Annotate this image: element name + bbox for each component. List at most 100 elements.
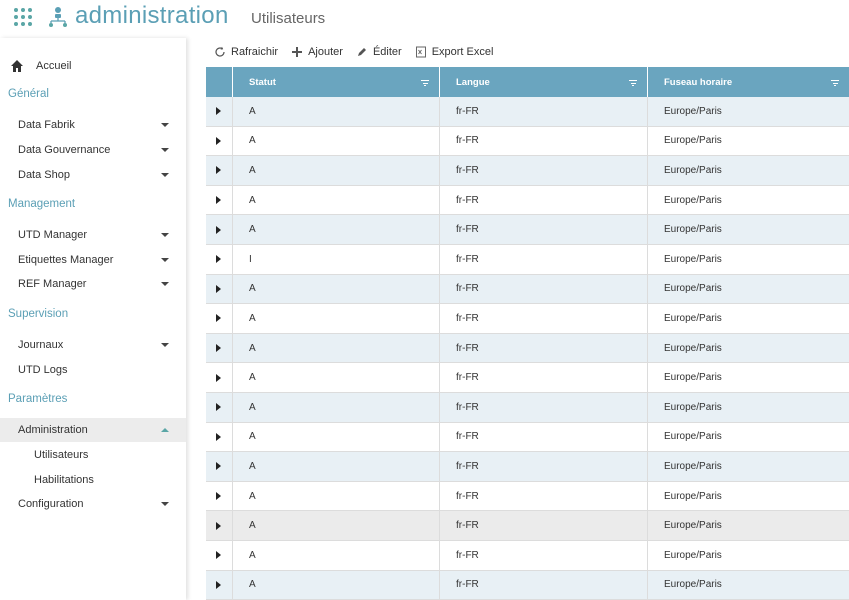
table-cell-langue[interactable]: fr-FR bbox=[440, 481, 648, 511]
table-cell-statut[interactable]: A bbox=[233, 304, 440, 333]
table-row[interactable]: Afr-FR Europe/Paris bbox=[206, 363, 849, 393]
table-cell-langue[interactable]: fr-FR bbox=[440, 215, 648, 244]
sidebar-item-home[interactable]: Accueil bbox=[10, 58, 71, 74]
table-cell-langue[interactable]: fr-FR bbox=[440, 244, 648, 274]
table-cell-fuseau-horaire[interactable]: Europe/Paris bbox=[648, 334, 849, 363]
table-row[interactable]: Afr-FR Europe/Paris bbox=[206, 481, 849, 512]
table-cell-statut[interactable]: A bbox=[233, 540, 440, 570]
table-row[interactable]: Afr-FR Europe/Paris bbox=[206, 156, 849, 186]
table-cell-fuseau-horaire[interactable]: Europe/Paris bbox=[648, 541, 849, 570]
sidebar-item-data-shop[interactable]: Data Shop bbox=[0, 163, 186, 187]
row-expander[interactable] bbox=[206, 333, 233, 363]
sidebar-item-utd-manager[interactable]: UTD Manager bbox=[0, 223, 186, 247]
table-cell-statut[interactable]: A bbox=[233, 156, 440, 185]
table-cell-langue[interactable]: fr-FR bbox=[440, 570, 648, 600]
table-cell-statut[interactable]: A bbox=[233, 452, 440, 481]
sidebar-item-data-fabrik[interactable]: Data Fabrik bbox=[0, 113, 186, 137]
table-cell-langue[interactable]: fr-FR bbox=[440, 392, 648, 422]
row-expander[interactable] bbox=[206, 304, 233, 333]
row-expander[interactable] bbox=[206, 570, 233, 600]
table-cell-langue[interactable]: fr-FR bbox=[440, 511, 648, 540]
sidebar-item-configuration[interactable]: Configuration bbox=[0, 492, 186, 516]
table-cell-fuseau-horaire[interactable]: Europe/Paris bbox=[648, 393, 849, 422]
row-expander[interactable] bbox=[206, 540, 233, 570]
row-expander[interactable] bbox=[206, 97, 233, 126]
table-cell-langue[interactable]: fr-FR bbox=[440, 185, 648, 215]
filter-icon[interactable] bbox=[629, 80, 637, 86]
table-cell-statut[interactable]: A bbox=[233, 333, 440, 363]
table-row[interactable]: Afr-FR Europe/Paris bbox=[206, 126, 849, 157]
row-expander[interactable] bbox=[206, 274, 233, 304]
table-row[interactable]: Afr-FR Europe/Paris bbox=[206, 452, 849, 482]
table-cell-fuseau-horaire[interactable]: Europe/Paris bbox=[648, 304, 849, 333]
table-row[interactable]: Ifr-FR Europe/Paris bbox=[206, 244, 849, 275]
table-cell-langue[interactable]: fr-FR bbox=[440, 97, 648, 126]
row-expander[interactable] bbox=[206, 363, 233, 392]
edit-button[interactable]: Éditer bbox=[356, 46, 402, 58]
table-cell-statut[interactable]: I bbox=[233, 244, 440, 274]
table-row[interactable]: Afr-FR Europe/Paris bbox=[206, 215, 849, 245]
column-header-statut[interactable]: Statut bbox=[233, 67, 440, 97]
sidebar-item-utilisateurs[interactable]: Utilisateurs bbox=[0, 443, 186, 467]
row-expander[interactable] bbox=[206, 422, 233, 452]
table-cell-statut[interactable]: A bbox=[233, 511, 440, 540]
row-expander[interactable] bbox=[206, 244, 233, 274]
sidebar-item-ref-manager[interactable]: REF Manager bbox=[0, 272, 186, 296]
sidebar-item-data-gouvernance[interactable]: Data Gouvernance bbox=[0, 138, 186, 162]
table-cell-fuseau-horaire[interactable]: Europe/Paris bbox=[648, 215, 849, 244]
table-cell-fuseau-horaire[interactable]: Europe/Paris bbox=[648, 186, 849, 215]
table-cell-langue[interactable]: fr-FR bbox=[440, 274, 648, 304]
table-cell-statut[interactable]: A bbox=[233, 422, 440, 452]
table-row[interactable]: Afr-FR Europe/Paris bbox=[206, 185, 849, 216]
table-cell-langue[interactable]: fr-FR bbox=[440, 363, 648, 392]
table-cell-langue[interactable]: fr-FR bbox=[440, 422, 648, 452]
sidebar-item-etiquettes-manager[interactable]: Etiquettes Manager bbox=[0, 248, 186, 272]
row-expander[interactable] bbox=[206, 156, 233, 185]
table-cell-langue[interactable]: fr-FR bbox=[440, 156, 648, 185]
table-cell-fuseau-horaire[interactable]: Europe/Paris bbox=[648, 511, 849, 540]
row-expander[interactable] bbox=[206, 481, 233, 511]
table-cell-statut[interactable]: A bbox=[233, 363, 440, 392]
row-expander[interactable] bbox=[206, 511, 233, 540]
sidebar-item-administration[interactable]: Administration bbox=[0, 418, 186, 442]
column-header-langue[interactable]: Langue bbox=[440, 67, 648, 97]
table-row[interactable]: Afr-FR Europe/Paris bbox=[206, 392, 849, 423]
sidebar-item-journaux[interactable]: Journaux bbox=[0, 333, 186, 357]
row-expander[interactable] bbox=[206, 215, 233, 244]
table-cell-fuseau-horaire[interactable]: Europe/Paris bbox=[648, 363, 849, 392]
sidebar-item-habilitations[interactable]: Habilitations bbox=[0, 468, 186, 492]
refresh-button[interactable]: Rafraichir bbox=[214, 46, 278, 58]
row-expander[interactable] bbox=[206, 185, 233, 215]
table-row[interactable]: Afr-FR Europe/Paris bbox=[206, 422, 849, 453]
table-cell-langue[interactable]: fr-FR bbox=[440, 304, 648, 333]
row-expander[interactable] bbox=[206, 126, 233, 156]
row-expander[interactable] bbox=[206, 452, 233, 481]
table-cell-statut[interactable]: A bbox=[233, 392, 440, 422]
table-cell-langue[interactable]: fr-FR bbox=[440, 452, 648, 481]
table-cell-statut[interactable]: A bbox=[233, 215, 440, 244]
column-header-fuseau-horaire[interactable]: Fuseau horaire bbox=[648, 67, 849, 97]
table-row[interactable]: Afr-FR Europe/Paris bbox=[206, 274, 849, 305]
table-cell-statut[interactable]: A bbox=[233, 97, 440, 126]
table-cell-fuseau-horaire[interactable]: Europe/Paris bbox=[648, 482, 849, 511]
table-cell-statut[interactable]: A bbox=[233, 126, 440, 156]
sidebar-item-utd-logs[interactable]: UTD Logs bbox=[0, 358, 186, 382]
table-cell-fuseau-horaire[interactable]: Europe/Paris bbox=[648, 423, 849, 452]
table-cell-statut[interactable]: A bbox=[233, 570, 440, 600]
table-row[interactable]: Afr-FR Europe/Paris bbox=[206, 97, 849, 127]
filter-icon[interactable] bbox=[421, 80, 429, 86]
table-cell-statut[interactable]: A bbox=[233, 274, 440, 304]
table-cell-fuseau-horaire[interactable]: Europe/Paris bbox=[648, 275, 849, 304]
table-cell-fuseau-horaire[interactable]: Europe/Paris bbox=[648, 97, 849, 126]
table-cell-statut[interactable]: A bbox=[233, 481, 440, 511]
table-cell-fuseau-horaire[interactable]: Europe/Paris bbox=[648, 571, 849, 600]
table-cell-fuseau-horaire[interactable]: Europe/Paris bbox=[648, 245, 849, 274]
table-cell-fuseau-horaire[interactable]: Europe/Paris bbox=[648, 156, 849, 185]
table-row[interactable]: Afr-FR Europe/Paris bbox=[206, 540, 849, 571]
table-cell-fuseau-horaire[interactable]: Europe/Paris bbox=[648, 452, 849, 481]
export-excel-button[interactable]: Export Excel bbox=[415, 46, 493, 58]
table-row[interactable]: Afr-FR Europe/Paris bbox=[206, 570, 849, 600]
table-row[interactable]: Afr-FR Europe/Paris bbox=[206, 511, 849, 541]
row-expander[interactable] bbox=[206, 392, 233, 422]
table-cell-langue[interactable]: fr-FR bbox=[440, 126, 648, 156]
